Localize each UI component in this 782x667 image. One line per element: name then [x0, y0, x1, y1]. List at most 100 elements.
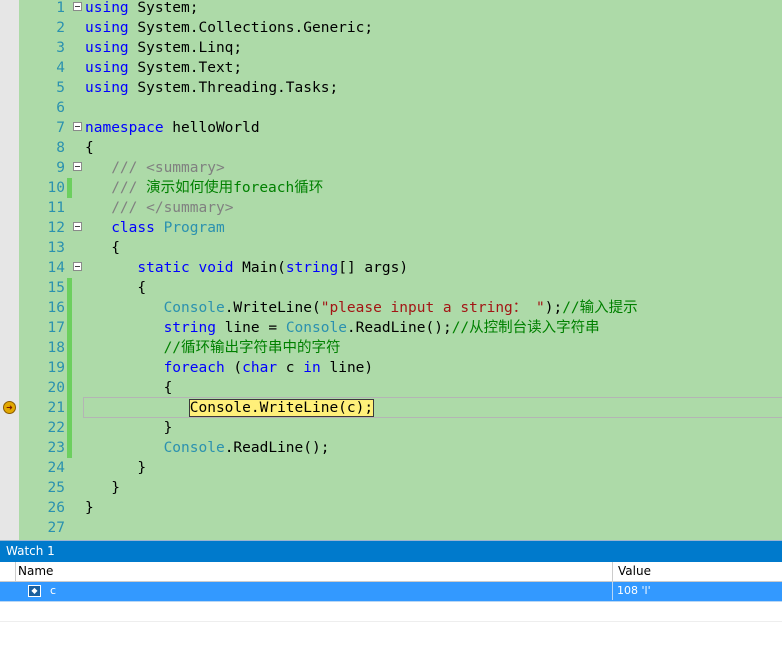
collapse-icon[interactable] [73, 222, 82, 231]
change-marker [67, 318, 72, 338]
code-line[interactable]: 13 { [19, 238, 782, 258]
watch-window[interactable]: Watch 1 Name Value ◆ c 108 'l' [0, 540, 782, 667]
code-line[interactable]: 4 using System.Text; [19, 58, 782, 78]
change-marker [67, 378, 72, 398]
code-line[interactable]: 19 foreach (char c in line) [19, 358, 782, 378]
code-text: /// <summary> [85, 158, 225, 178]
watch-title[interactable]: Watch 1 [0, 541, 782, 562]
code-token: /// [111, 180, 138, 196]
code-line[interactable]: 5 using System.Threading.Tasks; [19, 78, 782, 98]
line-number: 10 [47, 180, 65, 196]
line-number: 26 [47, 500, 65, 516]
column-header-value[interactable]: Value [612, 562, 782, 581]
code-text: foreach (char c in line) [85, 358, 374, 378]
code-line[interactable]: 16 Console.WriteLine("please input a str… [19, 298, 782, 318]
collapse-icon[interactable] [73, 122, 82, 131]
current-statement-arrow-icon[interactable]: ➜ [3, 401, 16, 414]
code-token: { [85, 240, 120, 256]
code-token: void [198, 260, 234, 276]
watch-row-name[interactable]: c [50, 582, 56, 600]
code-line[interactable]: 2 using System.Collections.Generic; [19, 18, 782, 38]
code-line[interactable]: 9 /// <summary> [19, 158, 782, 178]
collapse-icon[interactable] [73, 162, 82, 171]
local-variable-icon: ◆ [28, 585, 41, 597]
line-number: 9 [56, 160, 65, 176]
code-text: } [85, 418, 173, 438]
code-line[interactable]: 23 Console.ReadLine(); [19, 438, 782, 458]
code-line[interactable]: 21 Console.WriteLine(c); [19, 398, 782, 418]
code-token: } [85, 460, 147, 476]
code-token: line = [215, 320, 286, 336]
code-token: ( [224, 360, 243, 376]
code-line[interactable]: 12 class Program [19, 218, 782, 238]
line-number: 24 [47, 460, 65, 476]
code-line[interactable]: 8{ [19, 138, 782, 158]
code-text: } [85, 458, 146, 478]
code-line[interactable]: 7 namespace helloWorld [19, 118, 782, 138]
line-number: 2 [56, 20, 65, 36]
line-number: 8 [56, 140, 65, 156]
line-number: 1 [56, 0, 65, 16]
code-text: { [85, 238, 120, 258]
column-header-name[interactable]: Name [15, 562, 53, 581]
code-token: } [85, 480, 120, 496]
code-token: in [303, 360, 321, 376]
indicator-margin[interactable] [0, 0, 19, 540]
code-text: using System.Text; [85, 58, 242, 78]
code-line[interactable]: 1 using System; [19, 0, 782, 18]
collapse-icon[interactable] [73, 262, 82, 271]
code-token: } [85, 420, 173, 436]
code-token: /// </summary> [111, 200, 234, 216]
collapse-icon[interactable] [73, 2, 82, 11]
line-number: 11 [47, 200, 65, 216]
change-marker [67, 298, 72, 318]
code-line[interactable]: 17 string line = Console.ReadLine();//从控… [19, 318, 782, 338]
code-line[interactable]: 26} [19, 498, 782, 518]
code-token: System.Linq; [128, 40, 243, 56]
line-number: 17 [47, 320, 65, 336]
change-marker [67, 278, 72, 298]
code-token: 演示如何使用foreach循环 [137, 180, 324, 196]
watch-row[interactable]: ◆ c 108 'l' [0, 582, 782, 602]
code-line[interactable]: 24 } [19, 458, 782, 478]
code-line[interactable]: 10 /// 演示如何使用foreach循环 [19, 178, 782, 198]
code-token: //循环输出字符串中的字符 [163, 340, 341, 356]
code-line[interactable]: 27 [19, 518, 782, 538]
change-marker [67, 178, 72, 198]
code-token: string [285, 260, 339, 276]
watch-empty-row[interactable] [0, 602, 782, 622]
code-token: Console [163, 440, 225, 456]
code-text: { [85, 138, 94, 158]
code-line[interactable]: 22 } [19, 418, 782, 438]
code-line[interactable]: 11 /// </summary> [19, 198, 782, 218]
line-number: 22 [47, 420, 65, 436]
line-number: 18 [47, 340, 65, 356]
code-line[interactable]: 20 { [19, 378, 782, 398]
change-marker [67, 358, 72, 378]
line-number: 13 [47, 240, 65, 256]
code-line[interactable]: 15 { [19, 278, 782, 298]
code-line[interactable]: 18 //循环输出字符串中的字符 [19, 338, 782, 358]
code-text: Console.ReadLine(); [85, 438, 330, 458]
code-token: { [85, 280, 147, 296]
code-line[interactable]: 25 } [19, 478, 782, 498]
code-line[interactable]: 6 [19, 98, 782, 118]
code-text: static void Main(string[] args) [85, 258, 408, 278]
code-token: .ReadLine(); [224, 440, 330, 456]
code-line[interactable]: 3 using System.Linq; [19, 38, 782, 58]
code-editor[interactable]: ➜ 1 using System; 2 using System.Collection… [0, 0, 782, 540]
change-marker [67, 418, 72, 438]
line-number: 27 [47, 520, 65, 536]
code-token: class [111, 220, 155, 236]
watch-row-value[interactable]: 108 'l' [612, 582, 651, 600]
code-text: /// 演示如何使用foreach循环 [85, 178, 323, 198]
code-line[interactable]: 14 static void Main(string[] args) [19, 258, 782, 278]
